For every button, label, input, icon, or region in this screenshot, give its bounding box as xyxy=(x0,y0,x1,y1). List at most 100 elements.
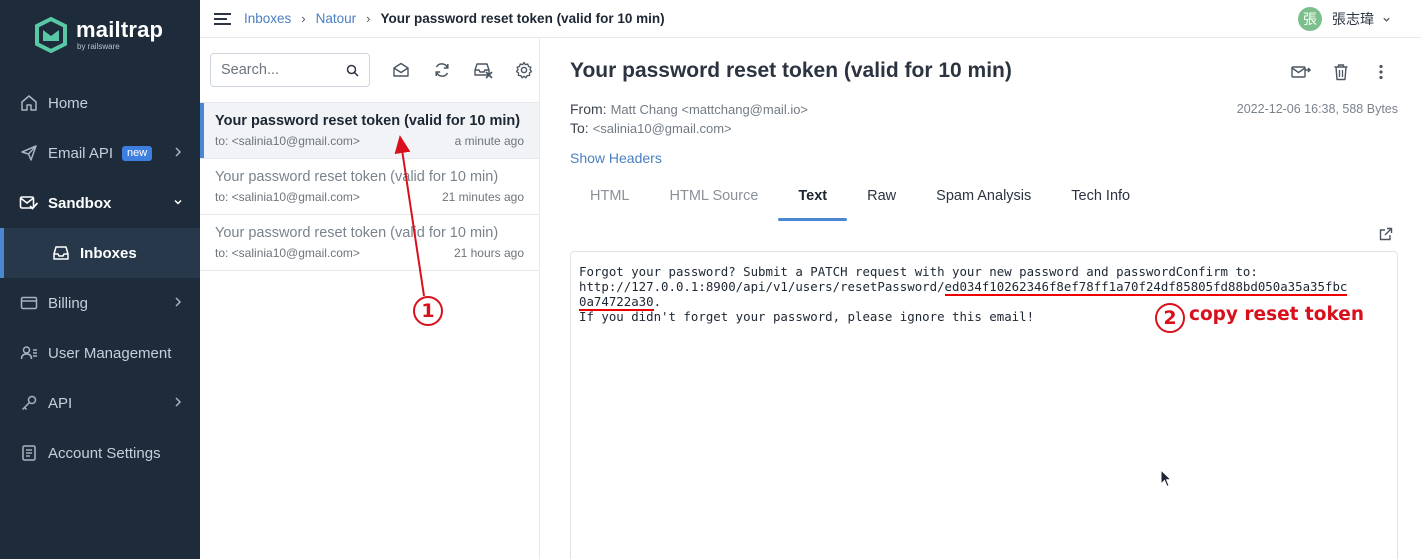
search-input[interactable] xyxy=(211,54,331,86)
tab-tech-info[interactable]: Tech Info xyxy=(1051,177,1150,221)
message-time: 21 minutes ago xyxy=(441,190,524,204)
reset-url-prefix: http://127.0.0.1:8900/api/v1/users/reset… xyxy=(579,279,945,294)
forward-icon[interactable] xyxy=(1291,62,1311,82)
sidebar-item-label: Home xyxy=(48,94,89,112)
breadcrumb-separator: › xyxy=(366,11,371,26)
message-time: 21 hours ago xyxy=(453,246,524,260)
message-recipient: to: <salinia10@gmail.com> xyxy=(215,246,360,260)
sandbox-icon xyxy=(19,193,39,213)
sidebar-item-sandbox[interactable]: Sandbox xyxy=(0,178,200,228)
message-date-size: 2022-12-06 16:38, 588 Bytes xyxy=(1236,102,1398,116)
sidebar-item-home[interactable]: Home xyxy=(0,78,200,128)
sidebar-item-user-management[interactable]: User Management xyxy=(0,328,200,378)
chevron-right-icon xyxy=(175,297,182,307)
sidebar: mailtrap by railsware Home Email API new… xyxy=(0,0,200,559)
mark-read-icon[interactable] xyxy=(391,60,411,80)
chevron-down-icon xyxy=(174,199,182,205)
mailtrap-logo[interactable]: mailtrap by railsware xyxy=(34,17,163,53)
breadcrumb-separator: › xyxy=(301,11,306,26)
key-icon xyxy=(19,393,39,413)
sidebar-item-label: Billing xyxy=(48,294,89,312)
sidebar-nav: Home Email API new Sandbox Inboxes Billi… xyxy=(0,78,200,478)
breadcrumb-inboxes[interactable]: Inboxes xyxy=(244,11,291,26)
from-line: From: Matt Chang <mattchang@mail.io> xyxy=(570,101,808,117)
logo-name: mailtrap xyxy=(76,17,164,42)
search-box xyxy=(210,53,370,87)
message-actions xyxy=(1271,62,1391,82)
tab-raw[interactable]: Raw xyxy=(847,177,916,221)
tab-html-source[interactable]: HTML Source xyxy=(649,177,778,221)
list-item[interactable]: Your password reset token (valid for 10 … xyxy=(200,159,539,215)
body-period: . xyxy=(653,294,662,309)
message-recipient: to: <salinia10@gmail.com> xyxy=(215,190,360,204)
user-name: 張志瑋 xyxy=(1332,11,1374,27)
chevron-right-icon xyxy=(175,147,182,157)
chevron-right-icon xyxy=(175,397,182,407)
message-subject: Your password reset token (valid for 10 … xyxy=(215,225,499,241)
annotation-label: copy reset token xyxy=(1189,304,1365,325)
new-badge: new xyxy=(122,145,153,161)
message-tabs: HTML HTML Source Text Raw Spam Analysis … xyxy=(570,177,1150,221)
sidebar-item-label: Sandbox xyxy=(48,194,112,212)
body-line-1: Forgot your password? Submit a PATCH req… xyxy=(579,264,1258,279)
to-label: To: xyxy=(570,120,589,136)
annotation-step-2: 2 xyxy=(1155,303,1185,333)
top-bar: Inboxes › Natour › Your password reset t… xyxy=(200,0,1421,38)
chevron-down-icon xyxy=(1383,17,1390,22)
trash-icon[interactable] xyxy=(1331,62,1351,82)
avatar: 張 xyxy=(1298,7,1322,31)
search-icon[interactable] xyxy=(346,64,359,77)
breadcrumb: Inboxes › Natour › Your password reset t… xyxy=(244,11,665,26)
show-headers-link[interactable]: Show Headers xyxy=(570,150,662,166)
home-icon xyxy=(19,93,39,113)
to-value: <salinia10@gmail.com> xyxy=(592,121,732,136)
settings-doc-icon xyxy=(19,443,39,463)
gear-icon[interactable] xyxy=(514,60,534,80)
users-icon xyxy=(19,343,39,363)
clean-inbox-icon[interactable] xyxy=(473,60,493,80)
sidebar-item-label: User Management xyxy=(48,344,172,362)
sidebar-item-label: API xyxy=(48,394,73,412)
from-value: Matt Chang <mattchang@mail.io> xyxy=(610,102,809,117)
to-line: To: <salinia10@gmail.com> xyxy=(570,120,732,136)
send-icon xyxy=(19,143,39,163)
sidebar-item-billing[interactable]: Billing xyxy=(0,278,200,328)
sidebar-item-label: Email API xyxy=(48,144,114,162)
body-line-4: If you didn't forget your password, plea… xyxy=(579,309,1035,324)
sidebar-item-api[interactable]: API xyxy=(0,378,200,428)
message-time: a minute ago xyxy=(454,134,524,148)
logo-tagline: by railsware xyxy=(77,42,120,51)
list-item[interactable]: Your password reset token (valid for 10 … xyxy=(200,103,539,159)
more-vertical-icon[interactable] xyxy=(1371,62,1391,82)
list-item[interactable]: Your password reset token (valid for 10 … xyxy=(200,215,539,271)
menu-icon[interactable] xyxy=(214,12,232,26)
inbox-icon xyxy=(51,243,71,263)
mailtrap-logo-icon xyxy=(35,17,67,53)
mouse-cursor-icon xyxy=(1160,469,1172,488)
sidebar-item-account-settings[interactable]: Account Settings xyxy=(0,428,200,478)
from-label: From: xyxy=(570,101,607,117)
message-title: Your password reset token (valid for 10 … xyxy=(570,59,1012,82)
sidebar-item-label: Account Settings xyxy=(48,444,161,462)
tab-text[interactable]: Text xyxy=(778,177,847,221)
message-subject: Your password reset token (valid for 10 … xyxy=(215,113,521,129)
message-detail: Your password reset token (valid for 10 … xyxy=(540,38,1421,559)
annotation-step-1: 1 xyxy=(413,296,443,326)
reset-token-part-1[interactable]: ed034f10262346f8ef78ff1a70f24df85805fd88… xyxy=(944,279,1348,296)
tab-spam-analysis[interactable]: Spam Analysis xyxy=(916,177,1051,221)
external-link-icon[interactable] xyxy=(1379,227,1393,241)
sidebar-item-inboxes[interactable]: Inboxes xyxy=(0,228,200,278)
sidebar-item-label: Inboxes xyxy=(80,244,137,262)
sidebar-item-email-api[interactable]: Email API new xyxy=(0,128,200,178)
message-recipient: to: <salinia10@gmail.com> xyxy=(215,134,360,148)
breadcrumb-natour[interactable]: Natour xyxy=(316,11,357,26)
refresh-icon[interactable] xyxy=(432,60,452,80)
message-list-panel: Your password reset token (valid for 10 … xyxy=(200,38,540,559)
message-subject: Your password reset token (valid for 10 … xyxy=(215,169,499,185)
user-menu[interactable]: 張 張志瑋 xyxy=(1298,7,1391,31)
card-icon xyxy=(19,293,39,313)
list-toolbar xyxy=(200,38,539,103)
tab-html[interactable]: HTML xyxy=(570,177,649,221)
breadcrumb-current: Your password reset token (valid for 10 … xyxy=(380,11,665,26)
message-body: Forgot your password? Submit a PATCH req… xyxy=(570,251,1398,559)
